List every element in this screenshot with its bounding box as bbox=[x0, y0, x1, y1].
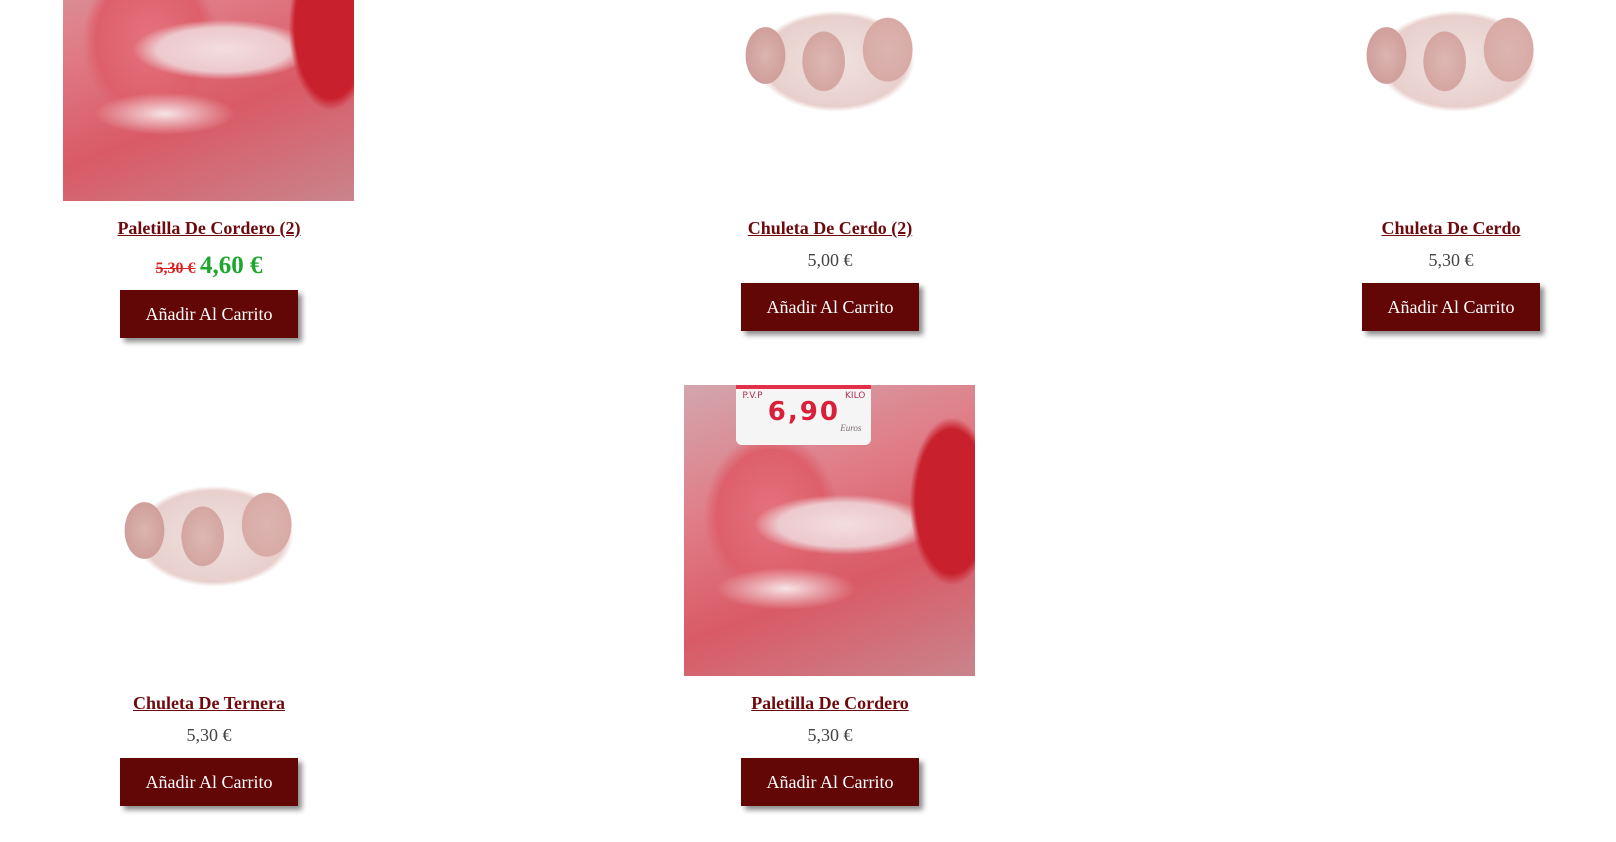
product-title[interactable]: Paletilla De Cordero bbox=[680, 693, 980, 714]
product-image[interactable] bbox=[63, 385, 354, 676]
add-to-cart-button[interactable]: Añadir Al Carrito bbox=[741, 758, 919, 806]
tag-pvp-label: P.V.P bbox=[742, 391, 763, 401]
add-to-cart-button[interactable]: Añadir Al Carrito bbox=[120, 758, 298, 806]
price-tag-label: P.V.P KILO 6,90 Euros bbox=[736, 385, 872, 445]
sale-price: 4,60 € bbox=[200, 252, 263, 279]
product-image[interactable] bbox=[1305, 0, 1596, 201]
product-image[interactable] bbox=[684, 0, 975, 201]
add-to-cart-button[interactable]: Añadir Al Carrito bbox=[120, 290, 298, 338]
product-title[interactable]: Chuleta De Cerdo (2) bbox=[680, 218, 980, 239]
tag-price-value: 6,90 bbox=[767, 397, 840, 427]
product-title[interactable]: Paletilla De Cordero (2) bbox=[59, 218, 359, 239]
product-price: 5,00 € bbox=[807, 250, 853, 270]
product-price: 5,30 € 4,60 € bbox=[59, 252, 359, 280]
product-price: 5,30 € bbox=[1428, 250, 1474, 270]
product-price: 5,30 € bbox=[186, 725, 232, 745]
tag-unit-label: KILO bbox=[845, 391, 866, 401]
product-title[interactable]: Chuleta De Ternera bbox=[59, 693, 359, 714]
product-image[interactable] bbox=[63, 0, 354, 201]
add-to-cart-button[interactable]: Añadir Al Carrito bbox=[1362, 283, 1540, 331]
old-price: 5,30 € bbox=[155, 260, 196, 277]
product-price: 5,30 € bbox=[807, 725, 853, 745]
add-to-cart-button[interactable]: Añadir Al Carrito bbox=[741, 283, 919, 331]
product-title[interactable]: Chuleta De Cerdo bbox=[1301, 218, 1601, 239]
product-image[interactable]: P.V.P KILO 6,90 Euros bbox=[684, 385, 975, 676]
